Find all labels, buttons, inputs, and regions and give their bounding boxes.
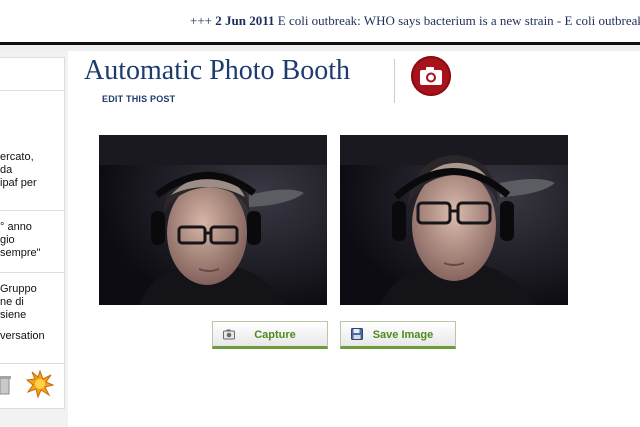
sidebar-snippet[interactable]: ipaf per <box>0 177 37 190</box>
sidebar-snippet[interactable]: ° anno <box>0 221 32 234</box>
page-title: Automatic Photo Booth <box>84 55 350 86</box>
camera-icon <box>411 56 451 96</box>
ticker-date: 2 Jun 2011 <box>215 13 275 28</box>
sidebar-news-list: ercato, da ipaf per ° anno gio sempre" G… <box>0 57 65 407</box>
sidebar-divider <box>0 272 64 273</box>
webcam-photo-live <box>99 135 327 305</box>
capture-button-label: Capture <box>254 329 296 341</box>
sidebar-snippet[interactable]: Gruppo <box>0 283 37 296</box>
sidebar-divider <box>0 210 64 211</box>
trash-icon[interactable] <box>0 374 12 396</box>
sidebar-snippet[interactable]: gio <box>0 234 15 247</box>
sidebar-snippet[interactable]: versation <box>0 330 45 343</box>
sidebar-snippet[interactable]: da <box>0 164 12 177</box>
ticker-headline[interactable]: E coli outbreak: WHO says bacterium is a… <box>278 13 640 28</box>
title-divider <box>394 59 395 103</box>
sidebar-snippet[interactable]: siene <box>0 309 26 322</box>
capture-button[interactable]: Capture <box>212 321 328 349</box>
sidebar-icon-panel <box>0 363 65 409</box>
save-image-button-label: Save Image <box>372 329 434 341</box>
sidebar-divider <box>0 90 64 91</box>
ticker-text[interactable]: +++ 2 Jun 2011 E coli outbreak: WHO says… <box>190 13 640 29</box>
left-sidebar: ercato, da ipaf per ° anno gio sempre" G… <box>0 51 68 427</box>
edit-post-link[interactable]: EDIT THIS POST <box>102 94 175 104</box>
save-image-button[interactable]: Save Image <box>340 321 456 349</box>
webcam-photo-captured <box>340 135 568 305</box>
sidebar-snippet[interactable]: ercato, <box>0 151 34 164</box>
post-content: Automatic Photo Booth EDIT THIS POST Cap… <box>68 51 640 427</box>
news-ticker: +++ 2 Jun 2011 E coli outbreak: WHO says… <box>0 0 640 40</box>
starburst-icon[interactable] <box>26 370 54 398</box>
sidebar-snippet[interactable]: sempre" <box>0 247 41 260</box>
ticker-prefix: +++ <box>190 13 212 28</box>
sidebar-snippet[interactable]: ne di <box>0 296 24 309</box>
